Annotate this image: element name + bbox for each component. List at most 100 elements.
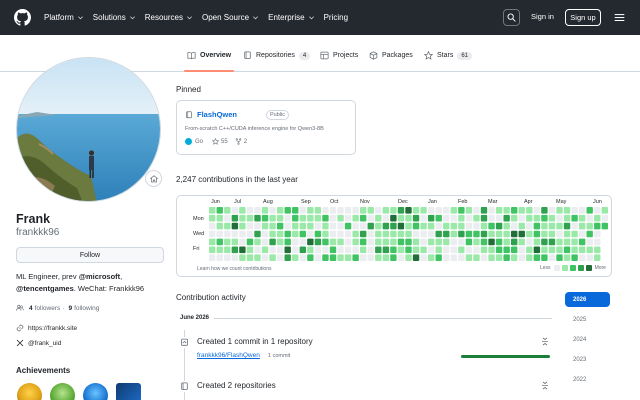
contribution-day[interactable] [261, 246, 269, 254]
contribution-day[interactable] [224, 207, 231, 214]
contribution-day[interactable] [337, 207, 344, 214]
contribution-day[interactable] [480, 230, 488, 238]
contribution-day[interactable] [322, 238, 329, 246]
contribution-day[interactable] [337, 254, 344, 261]
contribution-day[interactable] [209, 238, 216, 246]
contribution-day[interactable] [405, 207, 412, 214]
contribution-day[interactable] [465, 214, 473, 222]
contribution-day[interactable] [276, 238, 284, 246]
contribution-day[interactable] [473, 254, 480, 261]
contribution-day[interactable] [458, 207, 465, 214]
contribution-day[interactable] [495, 238, 503, 246]
contribution-day[interactable] [458, 214, 465, 222]
contribution-day[interactable] [578, 254, 586, 261]
contribution-day[interactable] [511, 222, 518, 230]
contribution-day[interactable] [443, 254, 450, 261]
contribution-day[interactable] [337, 246, 344, 254]
contribution-day[interactable] [533, 246, 541, 254]
contribution-day[interactable] [216, 238, 223, 246]
contribution-day[interactable] [254, 230, 261, 238]
contribution-day[interactable] [578, 246, 586, 254]
contribution-day[interactable] [495, 222, 503, 230]
year-filter-2024[interactable]: 2024 [565, 332, 610, 347]
contribution-day[interactable] [412, 222, 420, 230]
contribution-day[interactable] [231, 207, 239, 214]
contribution-day[interactable] [299, 238, 306, 246]
contribution-day[interactable] [578, 207, 586, 214]
contribution-day[interactable] [269, 238, 276, 246]
contribution-day[interactable] [594, 214, 601, 222]
contribution-day[interactable] [375, 222, 382, 230]
contribution-day[interactable] [511, 238, 518, 246]
contribution-day[interactable] [254, 254, 261, 261]
contribution-day[interactable] [548, 230, 556, 238]
contribution-day[interactable] [216, 214, 223, 222]
contribution-day[interactable] [254, 207, 261, 214]
followers-label[interactable]: followers [35, 305, 61, 312]
contribution-day[interactable] [307, 214, 314, 222]
contribution-day[interactable] [450, 230, 457, 238]
contribution-day[interactable] [231, 246, 239, 254]
contribution-day[interactable] [435, 246, 442, 254]
contribution-day[interactable] [269, 246, 276, 254]
contribution-day[interactable] [511, 214, 518, 222]
contribution-day[interactable] [594, 238, 601, 246]
contribution-day[interactable] [322, 246, 329, 254]
contribution-day[interactable] [382, 238, 390, 246]
contribution-day[interactable] [435, 222, 442, 230]
contribution-day[interactable] [216, 230, 223, 238]
contribution-day[interactable] [322, 207, 329, 214]
contribution-day[interactable] [322, 254, 329, 261]
nav-item-resources[interactable]: Resources [145, 13, 193, 22]
contribution-day[interactable] [307, 238, 314, 246]
contribution-day[interactable] [571, 207, 578, 214]
contribution-day[interactable] [307, 254, 314, 261]
contribution-day[interactable] [390, 207, 397, 214]
contribution-day[interactable] [352, 230, 359, 238]
contribution-day[interactable] [458, 230, 465, 238]
contribution-day[interactable] [382, 214, 390, 222]
contribution-day[interactable] [541, 222, 548, 230]
contribution-day[interactable] [367, 207, 374, 214]
bio-org-link[interactable]: @tencentgames [16, 284, 74, 293]
achievement-badge[interactable] [50, 383, 75, 400]
contribution-day[interactable] [322, 222, 329, 230]
contribution-day[interactable] [495, 246, 503, 254]
contribution-day[interactable] [209, 222, 216, 230]
collapse-toggle[interactable] [541, 381, 549, 392]
contribution-day[interactable] [405, 238, 412, 246]
contribution-day[interactable] [488, 230, 495, 238]
contribution-day[interactable] [488, 238, 495, 246]
contribution-day[interactable] [337, 222, 344, 230]
contribution-day[interactable] [261, 238, 269, 246]
contribution-day[interactable] [314, 238, 322, 246]
contribution-day[interactable] [495, 230, 503, 238]
contribution-day[interactable] [427, 254, 435, 261]
contribution-day[interactable] [382, 222, 390, 230]
contribution-day[interactable] [511, 207, 518, 214]
tab-packages[interactable]: Packages [369, 51, 413, 60]
contribution-day[interactable] [503, 230, 510, 238]
year-filter-2026[interactable]: 2026 [565, 292, 610, 307]
contribution-day[interactable] [465, 222, 473, 230]
website-link[interactable]: https://frankk.site [28, 325, 77, 332]
contribution-day[interactable] [571, 222, 578, 230]
contribution-day[interactable] [344, 214, 352, 222]
contribution-day[interactable] [571, 238, 578, 246]
contribution-day[interactable] [578, 238, 586, 246]
contribution-day[interactable] [450, 222, 457, 230]
contribution-day[interactable] [571, 230, 578, 238]
following-label[interactable]: following [74, 305, 99, 312]
contribution-day[interactable] [526, 214, 533, 222]
contribution-day[interactable] [261, 207, 269, 214]
contribution-day[interactable] [511, 246, 518, 254]
contribution-day[interactable] [511, 230, 518, 238]
contribution-day[interactable] [412, 238, 420, 246]
contribution-day[interactable] [292, 214, 299, 222]
contribution-day[interactable] [367, 254, 374, 261]
contribution-day[interactable] [329, 222, 337, 230]
contribution-day[interactable] [405, 214, 412, 222]
contribution-day[interactable] [209, 230, 216, 238]
contribution-day[interactable] [329, 246, 337, 254]
contribution-day[interactable] [473, 214, 480, 222]
